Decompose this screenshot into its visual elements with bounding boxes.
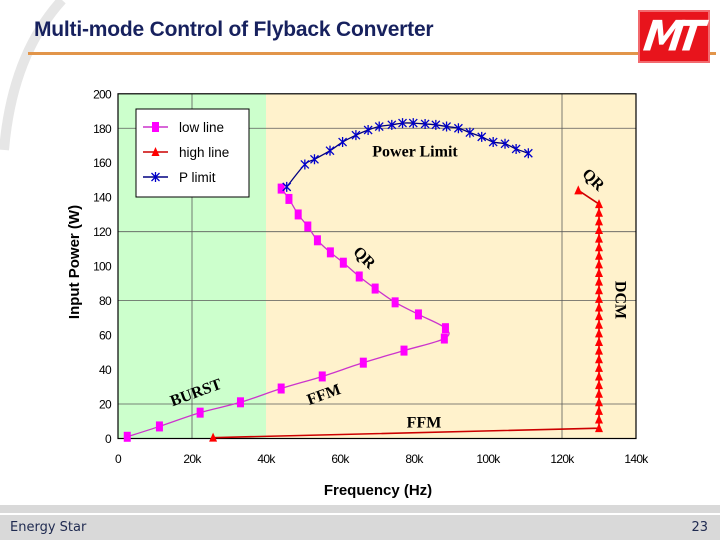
low-line-marker: [355, 271, 363, 282]
low-line-marker: [400, 345, 408, 356]
x-tick-label: 140k: [624, 452, 649, 466]
legend-marker-low-line: [152, 122, 159, 132]
y-tick-label: 60: [99, 329, 112, 343]
y-tick-label: 20: [99, 398, 112, 412]
low-line-marker: [339, 257, 347, 268]
y-tick-label: 160: [93, 156, 112, 170]
y-tick-label: 100: [93, 260, 112, 274]
annotation-ffm-high-line: FFM: [407, 415, 442, 432]
annotation-dcm: DCM: [612, 281, 629, 319]
y-tick-label: 200: [93, 87, 112, 101]
y-axis-ticks: 0 20 40 60 80 100 120 140 160 180 200: [93, 87, 113, 446]
y-tick-label: 120: [93, 225, 112, 239]
low-line-marker: [304, 221, 312, 232]
annotation-power-limit: Power Limit: [372, 144, 458, 161]
low-line-marker: [155, 421, 163, 432]
x-tick-label: 0: [115, 452, 122, 466]
low-line-marker: [391, 297, 399, 308]
x-axis-title: Frequency (Hz): [324, 482, 432, 499]
x-tick-label: 60k: [331, 452, 350, 466]
legend-label-p-limit: P limit: [179, 170, 216, 185]
x-tick-label: 100k: [476, 452, 501, 466]
footer: Energy Star 23: [0, 515, 720, 540]
low-line-marker: [318, 371, 326, 382]
x-tick-label: 120k: [550, 452, 575, 466]
x-axis-ticks: 0 20k 40k 60k 80k 100k 120k 140k: [115, 452, 650, 466]
title-underline: [28, 52, 716, 55]
low-line-marker: [414, 309, 422, 320]
low-line-marker: [123, 431, 131, 442]
page-number: 23: [691, 520, 708, 535]
low-line-marker: [359, 357, 367, 368]
x-tick-label: 80k: [405, 452, 424, 466]
y-tick-label: 140: [93, 191, 112, 205]
y-tick-label: 180: [93, 122, 112, 136]
footer-label: Energy Star: [10, 520, 87, 535]
y-tick-label: 80: [99, 294, 112, 308]
low-line-marker: [440, 333, 448, 344]
low-line-marker: [441, 323, 449, 334]
footer-band-top: [0, 505, 720, 513]
low-line-marker: [196, 407, 204, 418]
x-tick-label: 40k: [257, 452, 276, 466]
low-line-marker: [277, 183, 285, 194]
slide-canvas: Power Limit QR QR DCM BURST FFM FFM low …: [0, 0, 650, 499]
low-line-marker: [326, 247, 334, 258]
chart: Power Limit QR QR DCM BURST FFM FFM low …: [66, 87, 650, 499]
legend-label-low-line: low line: [179, 120, 224, 135]
company-logo: MT: [638, 10, 710, 63]
low-line-marker: [285, 193, 293, 204]
y-tick-label: 0: [105, 432, 112, 446]
legend: low line high line P limit: [135, 108, 250, 198]
logo-text: MT: [641, 12, 701, 61]
legend-label-high-line: high line: [179, 145, 229, 160]
x-tick-label: 20k: [183, 452, 202, 466]
y-tick-label: 40: [99, 363, 112, 377]
low-line-marker: [313, 235, 321, 246]
low-line-marker: [236, 397, 244, 408]
low-line-marker: [277, 383, 285, 394]
low-line-marker: [371, 283, 379, 294]
low-line-marker: [294, 209, 302, 220]
y-axis-title: Input Power (W): [66, 205, 83, 319]
slide-title: Multi-mode Control of Flyback Converter: [34, 18, 434, 41]
